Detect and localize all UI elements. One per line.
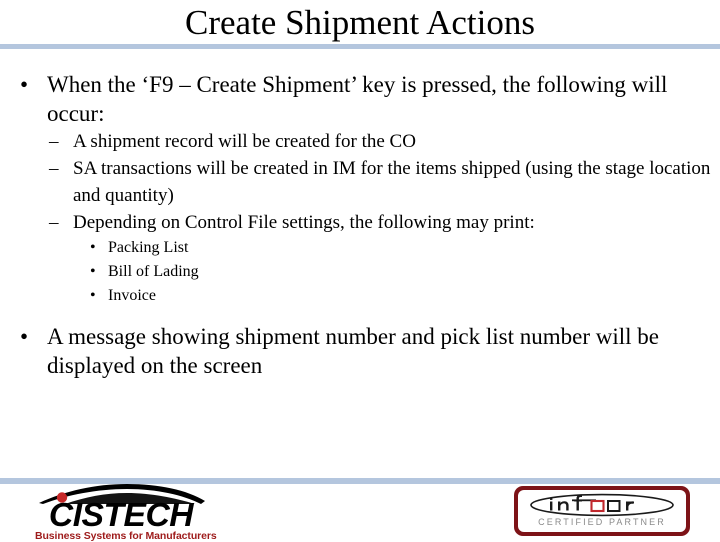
- infor-subtitle: CERTIFIED PARTNER: [538, 517, 666, 527]
- bullet-text: When the ‘F9 – Create Shipment’ key is p…: [47, 72, 668, 126]
- infor-wordmark-icon: [530, 493, 674, 517]
- bullet-item: • A message showing shipment number and …: [0, 322, 720, 380]
- bullet-marker: •: [20, 72, 29, 97]
- title-divider: [0, 44, 720, 49]
- bullet-marker: •: [90, 239, 96, 256]
- bullet-marker: •: [90, 263, 96, 280]
- bullet-item: • Packing List: [0, 236, 720, 260]
- bullet-marker: –: [49, 158, 59, 179]
- bullet-text: A shipment record will be created for th…: [73, 131, 416, 152]
- bullet-item: • Bill of Lading: [0, 260, 720, 284]
- slide-body: • When the ‘F9 – Create Shipment’ key is…: [0, 70, 720, 380]
- slide-canvas: Create Shipment Actions • When the ‘F9 –…: [0, 0, 720, 542]
- bullet-text: Depending on Control File settings, the …: [73, 212, 535, 233]
- bullet-text: Bill of Lading: [108, 263, 199, 280]
- bullet-marker: –: [49, 212, 59, 233]
- bullet-text: SA transactions will be created in IM fo…: [73, 158, 711, 206]
- bullet-marker: –: [49, 131, 59, 152]
- bullet-item: – A shipment record will be created for …: [0, 128, 720, 155]
- bullet-item: – Depending on Control File settings, th…: [0, 209, 720, 236]
- cistech-tagline: Business Systems for Manufacturers: [35, 530, 217, 542]
- bullet-marker: •: [90, 287, 96, 304]
- bullet-marker: •: [20, 324, 29, 349]
- bullet-item: – SA transactions will be created in IM …: [0, 155, 720, 209]
- infor-certified-partner-logo: CERTIFIED PARTNER: [514, 486, 690, 536]
- cistech-wordmark: CISTECH: [48, 496, 194, 533]
- bullet-text: Invoice: [108, 287, 156, 304]
- bullet-text: Packing List: [108, 239, 189, 256]
- bullet-item: • When the ‘F9 – Create Shipment’ key is…: [0, 70, 720, 128]
- infor-logo-inner: CERTIFIED PARTNER: [518, 490, 686, 532]
- page-title: Create Shipment Actions: [185, 3, 535, 42]
- cistech-logo: CISTECH Business Systems for Manufacture…: [35, 483, 217, 542]
- bullet-item: • Invoice: [0, 284, 720, 308]
- bullet-text: A message showing shipment number and pi…: [47, 324, 659, 378]
